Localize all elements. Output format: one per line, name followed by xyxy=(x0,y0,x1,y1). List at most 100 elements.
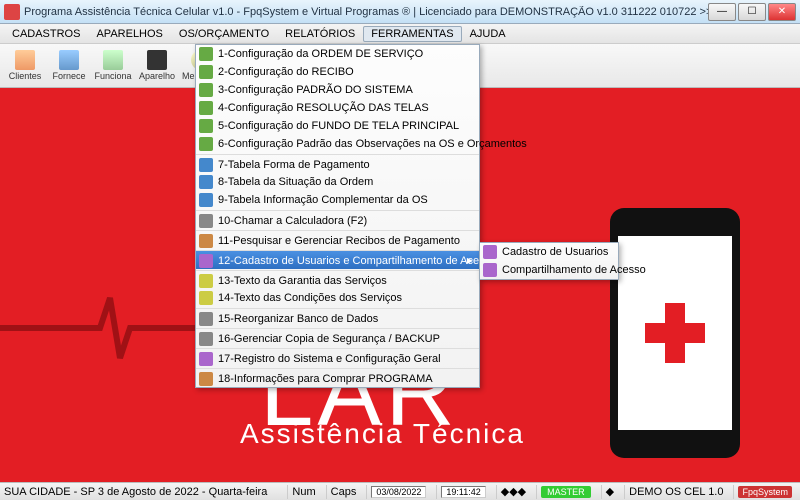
status-date: 03/08/2022 xyxy=(371,486,426,498)
menuitem-icon xyxy=(199,274,213,288)
menuitem-icon xyxy=(199,137,213,151)
menuitem-label: 2-Configuração do RECIBO xyxy=(218,66,354,78)
app-icon xyxy=(4,4,20,20)
menuitem-label: 18-Informações para Comprar PROGRAMA xyxy=(218,373,433,385)
menuitem[interactable]: 9-Tabela Informação Complementar da OS xyxy=(196,191,479,209)
menuitem-label: 10-Chamar a Calculadora (F2) xyxy=(218,215,367,227)
menuitem[interactable]: 7-Tabela Forma de Pagamento xyxy=(196,154,479,173)
tool-label: Funciona xyxy=(94,71,131,81)
menuitem-icon xyxy=(199,254,213,268)
tool-fornece[interactable]: Fornece xyxy=(48,46,90,86)
menuitem-label: 7-Tabela Forma de Pagamento xyxy=(218,159,370,171)
menuitem[interactable]: 2-Configuração do RECIBO xyxy=(196,63,479,81)
menuitem[interactable]: 6-Configuração Padrão das Observações na… xyxy=(196,135,479,153)
menuitem[interactable]: 8-Tabela da Situação da Ordem xyxy=(196,173,479,191)
status-master: MASTER xyxy=(541,486,591,498)
menuitem[interactable]: 18-Informações para Comprar PROGRAMA xyxy=(196,368,479,387)
menuitem-label: 6-Configuração Padrão das Observações na… xyxy=(218,138,527,150)
menu-os/orçamento[interactable]: OS/ORÇAMENTO xyxy=(171,26,277,42)
tool-clientes[interactable]: Clientes xyxy=(4,46,46,86)
chevron-right-icon: ▶ xyxy=(467,256,473,265)
cross-icon xyxy=(665,303,685,363)
menuitem-icon xyxy=(199,175,213,189)
status-icon2: ◆ xyxy=(601,485,618,499)
menuitem-icon xyxy=(199,65,213,79)
close-button[interactable]: ✕ xyxy=(768,3,796,21)
menuitem-label: 14-Texto das Condições dos Serviços xyxy=(218,292,402,304)
menuitem-icon xyxy=(199,119,213,133)
status-demo: DEMO OS CEL 1.0 xyxy=(624,485,727,499)
menuitem[interactable]: 10-Chamar a Calculadora (F2) xyxy=(196,210,479,229)
status-caps: Caps xyxy=(326,485,361,499)
menuitem-label: 17-Registro do Sistema e Configuração Ge… xyxy=(218,353,441,365)
menuitem-icon xyxy=(199,158,213,172)
tool-aparelho[interactable]: Aparelho xyxy=(136,46,178,86)
status-icons: ◆◆◆ xyxy=(496,485,530,499)
menuitem[interactable]: 5-Configuração do FUNDO DE TELA PRINCIPA… xyxy=(196,117,479,135)
menuitem-label: 3-Configuração PADRÃO DO SISTEMA xyxy=(218,84,413,96)
menuitem-label: 9-Tabela Informação Complementar da OS xyxy=(218,194,428,206)
menuitem-label: 8-Tabela da Situação da Ordem xyxy=(218,176,373,188)
menuitem-label: 13-Texto da Garantia das Serviços xyxy=(218,275,387,287)
clientes-icon xyxy=(15,50,35,70)
aparelho-icon xyxy=(147,50,167,70)
menu-ajuda[interactable]: AJUDA xyxy=(462,26,514,42)
tool-funciona[interactable]: Funciona xyxy=(92,46,134,86)
menuitem-icon xyxy=(199,372,213,386)
menuitem[interactable]: 11-Pesquisar e Gerenciar Recibos de Paga… xyxy=(196,230,479,249)
menuitem-icon xyxy=(199,193,213,207)
menuitem-icon xyxy=(199,47,213,61)
funciona-icon xyxy=(103,50,123,70)
menuitem[interactable]: 3-Configuração PADRÃO DO SISTEMA xyxy=(196,81,479,99)
menuitem[interactable]: 1-Configuração da ORDEM DE SERVIÇO xyxy=(196,45,479,63)
window-title: Programa Assistência Técnica Celular v1.… xyxy=(24,6,708,18)
menuitem-label: 12-Cadastro de Usuarios e Compartilhamen… xyxy=(218,255,496,267)
submenu-item[interactable]: Compartilhamento de Acesso xyxy=(480,261,618,279)
menuitem[interactable]: 12-Cadastro de Usuarios e Compartilhamen… xyxy=(196,250,479,269)
tool-label: Aparelho xyxy=(139,71,175,81)
minimize-button[interactable]: — xyxy=(708,3,736,21)
submenu-item[interactable]: Cadastro de Usuarios xyxy=(480,243,618,261)
menuitem-icon xyxy=(199,101,213,115)
menuitem[interactable]: 15-Reorganizar Banco de Dados xyxy=(196,308,479,327)
tool-label: Clientes xyxy=(9,71,42,81)
status-brand: FpqSystem xyxy=(738,486,792,498)
status-location: SUA CIDADE - SP 3 de Agosto de 2022 - Qu… xyxy=(4,486,281,498)
submenu-label: Cadastro de Usuarios xyxy=(502,246,608,258)
menuitem[interactable]: 13-Texto da Garantia das Serviços xyxy=(196,270,479,289)
usuarios-submenu: Cadastro de Usuarios Compartilhamento de … xyxy=(479,242,619,280)
menubar: CADASTROSAPARELHOSOS/ORÇAMENTORELATÓRIOS… xyxy=(0,24,800,44)
menuitem-label: 5-Configuração do FUNDO DE TELA PRINCIPA… xyxy=(218,120,459,132)
logo-sub-text: Assistência Técnica xyxy=(240,418,525,450)
menu-relatórios[interactable]: RELATÓRIOS xyxy=(277,26,363,42)
menuitem-label: 11-Pesquisar e Gerenciar Recibos de Paga… xyxy=(218,235,460,247)
menuitem[interactable]: 14-Texto das Condições dos Serviços xyxy=(196,289,479,307)
window-controls: — ☐ ✕ xyxy=(708,3,796,21)
submenu-icon xyxy=(483,263,497,277)
tool-label: Fornece xyxy=(52,71,85,81)
menuitem-icon xyxy=(199,332,213,346)
menuitem-icon xyxy=(199,352,213,366)
phone-graphic xyxy=(610,208,740,458)
menuitem[interactable]: 16-Gerenciar Copia de Segurança / BACKUP xyxy=(196,328,479,347)
menu-cadastros[interactable]: CADASTROS xyxy=(4,26,88,42)
menuitem-label: 16-Gerenciar Copia de Segurança / BACKUP xyxy=(218,333,440,345)
menuitem-label: 1-Configuração da ORDEM DE SERVIÇO xyxy=(218,48,423,60)
fornece-icon xyxy=(59,50,79,70)
menuitem-label: 15-Reorganizar Banco de Dados xyxy=(218,313,378,325)
statusbar: SUA CIDADE - SP 3 de Agosto de 2022 - Qu… xyxy=(0,482,800,500)
menuitem-icon xyxy=(199,214,213,228)
titlebar: Programa Assistência Técnica Celular v1.… xyxy=(0,0,800,24)
menuitem-icon xyxy=(199,312,213,326)
status-time: 19:11:42 xyxy=(441,486,485,498)
menuitem[interactable]: 17-Registro do Sistema e Configuração Ge… xyxy=(196,348,479,367)
submenu-label: Compartilhamento de Acesso xyxy=(502,264,646,276)
menuitem-icon xyxy=(199,234,213,248)
ferramentas-dropdown: 1-Configuração da ORDEM DE SERVIÇO 2-Conf… xyxy=(195,44,480,388)
menuitem-label: 4-Configuração RESOLUÇÃO DAS TELAS xyxy=(218,102,429,114)
maximize-button[interactable]: ☐ xyxy=(738,3,766,21)
menu-ferramentas[interactable]: FERRAMENTAS xyxy=(363,26,461,42)
menu-aparelhos[interactable]: APARELHOS xyxy=(88,26,170,42)
status-num: Num xyxy=(287,485,319,499)
menuitem[interactable]: 4-Configuração RESOLUÇÃO DAS TELAS xyxy=(196,99,479,117)
